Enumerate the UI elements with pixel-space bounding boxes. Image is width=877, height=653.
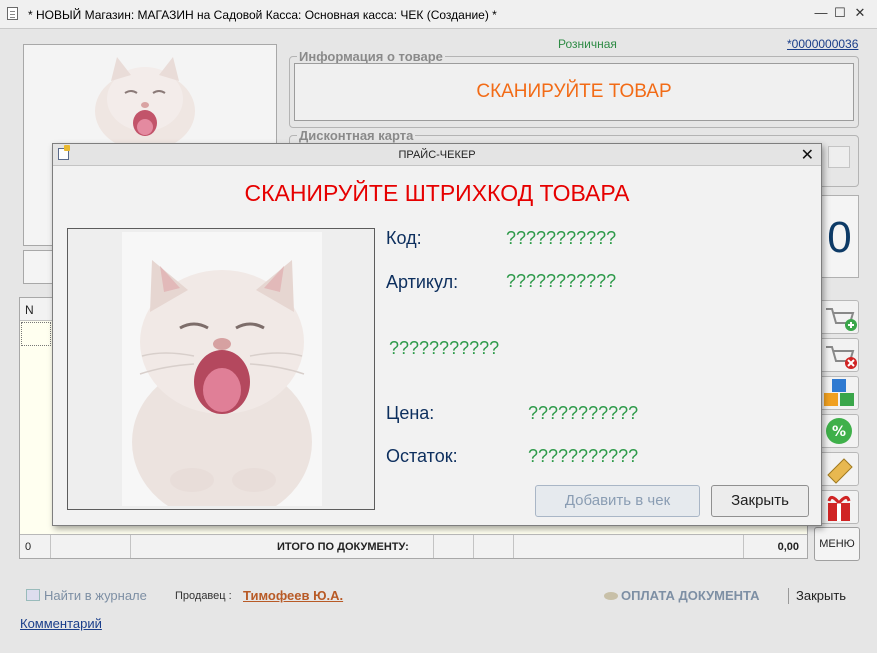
footer-total-label: ИТОГО ПО ДОКУМЕНТУ: xyxy=(277,541,409,553)
discount-button[interactable]: % xyxy=(819,414,859,448)
catalog-button[interactable] xyxy=(819,376,859,410)
percent-icon: % xyxy=(826,418,852,444)
close-window-button[interactable]: ✕ xyxy=(852,5,868,21)
minimize-button[interactable]: — xyxy=(813,5,829,21)
total-amount-display: 0 xyxy=(820,195,859,278)
window-title: * НОВЫЙ Магазин: МАГАЗИН на Садовой Касс… xyxy=(28,8,497,22)
product-info-legend: Информация о товаре xyxy=(297,49,445,64)
gift-button[interactable] xyxy=(819,490,859,524)
close-form-button[interactable]: Закрыть xyxy=(796,588,846,603)
document-icon xyxy=(7,7,18,20)
kitten-photo-large xyxy=(122,232,322,522)
coupon-button[interactable] xyxy=(819,452,859,486)
cart-remove-icon xyxy=(826,346,857,369)
price-checker-dialog: ПРАЙС-ЧЕКЕР ✕ СКАНИРУЙТЕ ШТРИХКОД ТОВАРА xyxy=(52,143,822,526)
scan-product-prompt: СКАНИРУЙТЕ ТОВАР xyxy=(476,81,672,102)
product-info-group: Информация о товаре СКАНИРУЙТЕ ТОВАР xyxy=(289,49,859,128)
blocks-icon xyxy=(824,379,854,406)
product-image-frame xyxy=(67,228,375,522)
window-title-bar: * НОВЫЙ Магазин: МАГАЗИН на Садовой Касс… xyxy=(0,0,877,29)
seller-name-link[interactable]: Тимофеев Ю.А. xyxy=(243,588,343,603)
product-image-area xyxy=(122,232,322,522)
scan-barcode-heading: СКАНИРУЙТЕ ШТРИХКОД ТОВАРА xyxy=(244,180,630,206)
secondary-image-box xyxy=(23,250,53,284)
price-value: ??????????? xyxy=(528,403,639,423)
document-number-link[interactable]: *0000000036 xyxy=(787,37,858,51)
find-in-journal-link[interactable]: Найти в журнале xyxy=(44,588,147,603)
dialog-title: ПРАЙС-ЧЕКЕР xyxy=(398,149,476,161)
price-type-label: Розничная xyxy=(558,37,617,51)
column-header-n[interactable]: N xyxy=(25,303,34,317)
svg-text:%: % xyxy=(832,424,846,440)
article-value: ??????????? xyxy=(506,271,617,291)
gift-icon xyxy=(827,496,851,521)
seller-label: Продавец : xyxy=(175,590,232,602)
divider xyxy=(788,588,789,604)
code-label: Код: xyxy=(386,228,422,248)
remove-from-cart-button[interactable] xyxy=(819,338,859,372)
journal-icon xyxy=(26,589,40,601)
stock-label: Остаток: xyxy=(386,446,458,466)
footer-total-sum: 0,00 xyxy=(777,541,799,553)
dialog-close-button[interactable]: Закрыть xyxy=(711,485,809,517)
footer-row-count: 0 xyxy=(25,541,32,553)
table-footer: 0 ИТОГО ПО ДОКУМЕНТУ: 0,00 xyxy=(20,534,807,558)
money-icon xyxy=(604,592,618,600)
dialog-close-icon[interactable]: ✕ xyxy=(801,145,814,165)
cart-add-icon xyxy=(826,308,857,331)
discount-card-legend: Дисконтная карта xyxy=(297,128,416,143)
stock-value: ??????????? xyxy=(528,446,639,466)
ticket-icon xyxy=(827,458,853,484)
kitten-photo xyxy=(95,57,195,146)
product-name-value: ??????????? xyxy=(389,338,500,358)
menu-button[interactable]: МЕНЮ xyxy=(814,527,860,561)
code-value: ??????????? xyxy=(506,228,617,248)
dialog-title-bar: ПРАЙС-ЧЕКЕР ✕ xyxy=(53,144,821,166)
scan-prompt-box: СКАНИРУЙТЕ ТОВАР xyxy=(294,63,854,121)
discount-card-icon[interactable] xyxy=(828,146,850,168)
article-label: Артикул: xyxy=(386,272,459,292)
table-row[interactable] xyxy=(21,322,51,346)
add-to-receipt-button[interactable]: Добавить в чек xyxy=(535,485,700,517)
add-to-cart-button[interactable] xyxy=(819,300,859,334)
price-label: Цена: xyxy=(386,403,435,423)
comment-link[interactable]: Комментарий xyxy=(20,616,102,631)
pay-document-button[interactable]: ОПЛАТА ДОКУМЕНТА xyxy=(621,588,760,603)
maximize-button[interactable]: ☐ xyxy=(832,5,848,21)
